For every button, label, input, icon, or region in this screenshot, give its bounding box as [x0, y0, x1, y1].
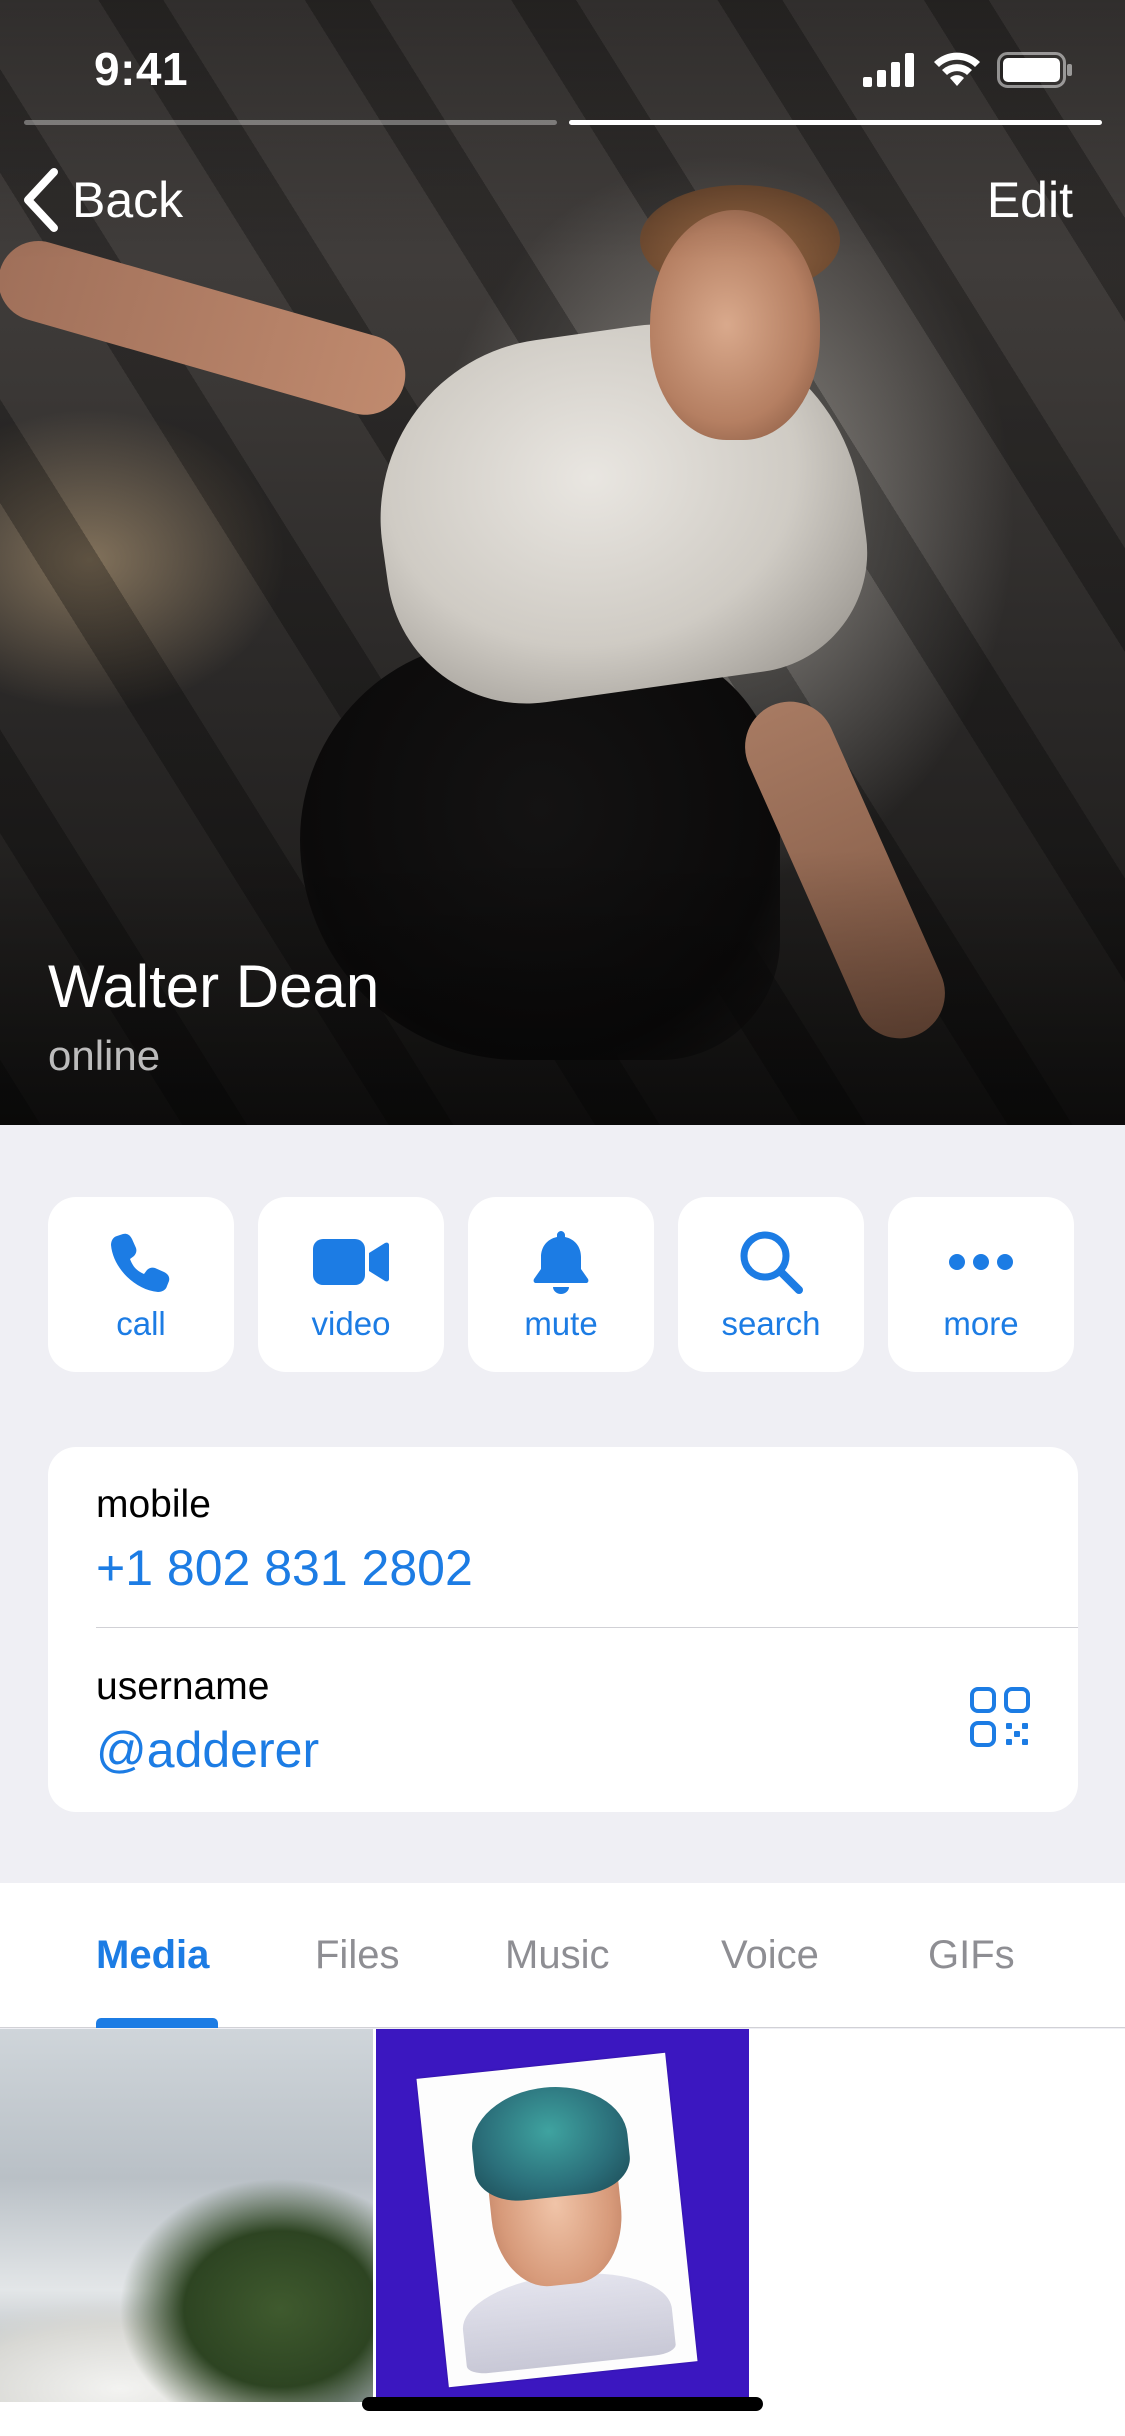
photo-progress-segment-active: [569, 120, 1102, 125]
video-camera-icon: [311, 1227, 391, 1297]
phone-icon: [101, 1227, 181, 1297]
status-icons: [863, 50, 1073, 90]
active-tab-indicator: [96, 2018, 218, 2028]
media-thumbnail[interactable]: [0, 2029, 373, 2402]
tab-music[interactable]: Music: [505, 1933, 609, 1978]
back-label: Back: [72, 172, 184, 228]
divider: [96, 1627, 1078, 1628]
back-button[interactable]: Back: [22, 160, 183, 240]
search-icon: [731, 1227, 811, 1297]
media-thumbnail[interactable]: [376, 2029, 749, 2402]
contact-info-card: mobile +1 802 831 2802 username @adderer: [48, 1447, 1078, 1812]
edit-button[interactable]: Edit: [987, 160, 1073, 240]
media-tabs: Media Files Music Voice GIFs: [0, 1883, 1125, 2028]
profile-name: Walter Dean: [48, 953, 380, 1020]
status-bar: 9:41: [0, 0, 1125, 130]
wifi-icon: [934, 52, 980, 86]
video-button[interactable]: video: [258, 1197, 444, 1372]
search-button[interactable]: search: [678, 1197, 864, 1372]
photo-progress-bars: [24, 120, 1102, 126]
chevron-left-icon: [24, 168, 58, 232]
mobile-row[interactable]: mobile +1 802 831 2802: [96, 1483, 1078, 1597]
more-button[interactable]: more: [888, 1197, 1074, 1372]
tab-media[interactable]: Media: [96, 1933, 209, 1978]
username-label: username: [96, 1665, 270, 1708]
tab-gifs[interactable]: GIFs: [928, 1933, 1015, 1978]
username-row[interactable]: username @adderer: [96, 1665, 1078, 1779]
video-label: video: [311, 1305, 391, 1342]
qr-code-icon: [970, 1687, 1030, 1747]
ellipsis-icon: [941, 1227, 1021, 1297]
action-buttons: call video mute search more: [48, 1197, 1078, 1372]
more-label: more: [943, 1305, 1019, 1342]
cellular-signal-icon: [863, 53, 914, 87]
qr-code-button[interactable]: [970, 1687, 1030, 1747]
media-portrait-hair: [466, 2079, 634, 2206]
search-label: search: [721, 1305, 821, 1342]
photo-progress-segment: [24, 120, 557, 125]
media-portrait-card: [416, 2052, 698, 2388]
mobile-value[interactable]: +1 802 831 2802: [96, 1539, 1078, 1597]
call-button[interactable]: call: [48, 1197, 234, 1372]
media-grid: [0, 2029, 1125, 2436]
battery-icon: [997, 52, 1072, 88]
tab-files[interactable]: Files: [315, 1933, 399, 1978]
mute-button[interactable]: mute: [468, 1197, 654, 1372]
call-label: call: [116, 1305, 166, 1342]
username-value[interactable]: @adderer: [96, 1721, 1078, 1779]
tab-voice[interactable]: Voice: [721, 1933, 819, 1978]
bell-icon: [521, 1227, 601, 1297]
profile-status: online: [48, 1032, 161, 1079]
status-time: 9:41: [94, 43, 189, 95]
home-indicator: [362, 2397, 763, 2411]
mobile-label: mobile: [96, 1483, 211, 1526]
mute-label: mute: [524, 1305, 598, 1342]
